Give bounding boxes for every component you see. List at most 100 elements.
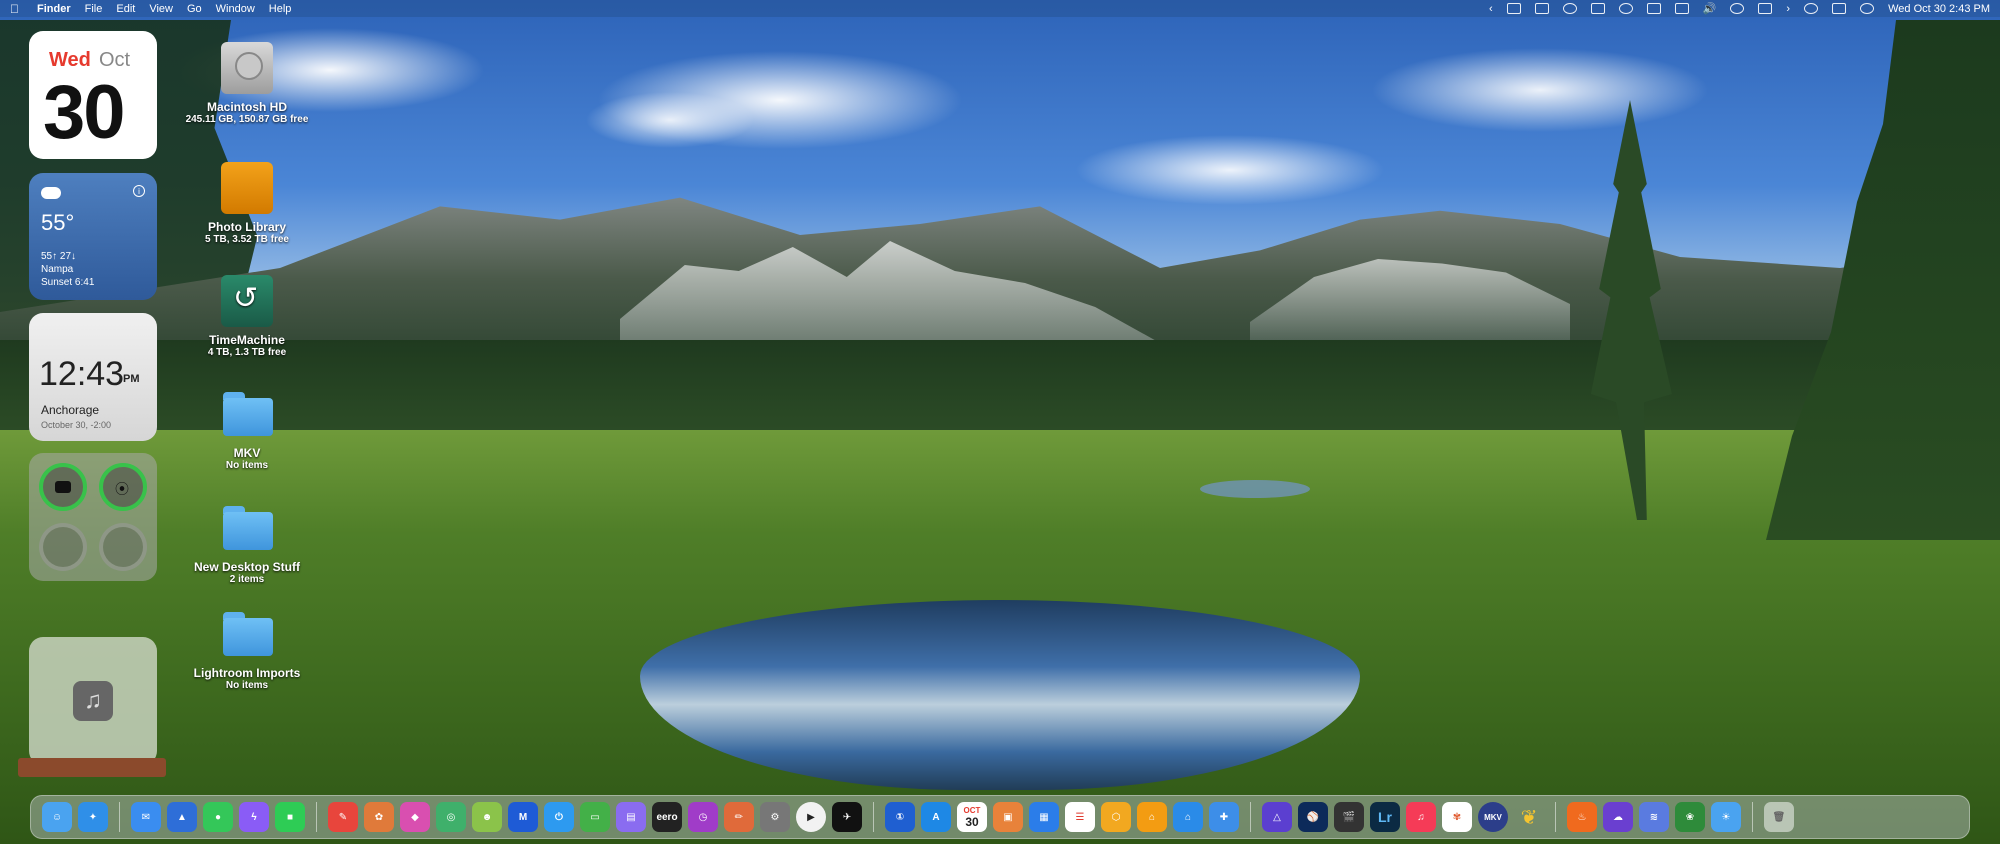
menu-extra-4-icon[interactable] [1590,3,1605,14]
dock: ☺ ✦ ✉ ▲ ● ϟ ■ ✎ ✿ ◆ ◎ ☻ M ⏻ ▭ ▤ eero ◷ ✏… [30,795,1970,839]
weather-hilo: 55↑ 27↓ [41,251,77,262]
dock-calendar-day: 30 [965,814,979,829]
dock-app-44[interactable]: ♨ [1567,802,1597,832]
dock-app-11[interactable]: ◷ [688,802,718,832]
desktop-icon-lightroom-imports[interactable]: Lightroom Imports No items [182,608,312,691]
dock-app-43[interactable]: ❦ [1514,802,1544,832]
dock-lightroom[interactable]: Lr [1370,802,1400,832]
dock-app-19[interactable]: ▣ [993,802,1023,832]
clock-time: 12:43 [39,355,125,393]
dock-1password[interactable]: ① [885,802,915,832]
moon-icon[interactable] [1562,3,1577,14]
dock-home[interactable]: ⌂ [1137,802,1167,832]
eero-label: eero [656,811,678,823]
dock-app-2[interactable]: ✿ [364,802,394,832]
info-icon[interactable]: i [133,185,145,197]
calendar-widget[interactable]: Wed Oct 30 [29,31,157,159]
dock-app-12[interactable]: ✏ [724,802,754,832]
dock-safari[interactable]: ✦ [78,802,108,832]
menu-app-finder[interactable]: Finder [37,3,71,15]
trash-icon: 🗑 [1772,811,1786,823]
dock-system-settings[interactable]: ⚙ [760,802,790,832]
dock-eero[interactable]: eero [652,802,682,832]
dock-app-14[interactable]: ▶ [796,802,826,832]
desktop-icon-label: MKV [233,446,261,460]
menu-extra-10-icon[interactable] [1758,3,1773,14]
menu-extra-7-icon[interactable] [1674,3,1689,14]
dock-final-cut[interactable]: 🎬 [1334,802,1364,832]
dock-affinity[interactable]: △ [1262,802,1292,832]
battery-ring-device [39,463,87,511]
headphones-icon[interactable] [1618,3,1633,14]
dock-mail[interactable]: ✉ [131,802,161,832]
menu-bar-clock[interactable]: Wed Oct 30 2:43 PM [1888,3,1990,15]
desktop-icon-timemachine[interactable]: TimeMachine 4 TB, 1.3 TB free [182,275,312,358]
weather-widget[interactable]: i 55° 55↑ 27↓ Nampa Sunset 6:41 [29,173,157,300]
siri-icon[interactable] [1860,3,1875,14]
dock-messenger[interactable]: ϟ [239,802,269,832]
menu-extra-1-icon[interactable] [1506,3,1521,14]
wallpaper-pond-small [1200,480,1310,498]
dock-app-47[interactable]: ❀ [1675,802,1705,832]
clock-icon[interactable] [1804,3,1819,14]
dock-app-46[interactable]: ≋ [1639,802,1669,832]
dock-mlb[interactable]: ⚾ [1298,802,1328,832]
device-icon [55,481,71,493]
world-clock-widget[interactable]: 12:43 PM Anchorage October 30, -2:00 [29,313,157,441]
dock-mkv[interactable]: MKV [1478,802,1508,832]
dock-app-store[interactable]: A [921,802,951,832]
dock-photos[interactable]: ✾ [1442,802,1472,832]
dock-app-22[interactable]: ⬡ [1101,802,1131,832]
dock-app-15[interactable]: ✈ [832,802,862,832]
dock-find-my[interactable]: ◎ [436,802,466,832]
dock-app-5[interactable]: ☻ [472,802,502,832]
desktop-icon-photo-library[interactable]: Photo Library 5 TB, 3.52 TB free [182,162,312,245]
gear-icon: ⚙ [770,811,780,823]
shield-icon[interactable] [1646,3,1661,14]
dock-testflight[interactable]: ▲ [167,802,197,832]
dock-app-8[interactable]: ▭ [580,802,610,832]
dock-weather[interactable]: ☀ [1711,802,1741,832]
dock-app-24[interactable]: ⌂ [1173,802,1203,832]
wifi-icon[interactable] [1730,3,1745,14]
menu-go[interactable]: Go [187,3,202,15]
hex-icon: ⬡ [1111,811,1121,823]
dock-reminders[interactable]: ☰ [1065,802,1095,832]
triangle-logo-icon: △ [1273,811,1281,823]
dock-app-9[interactable]: ▤ [616,802,646,832]
dock-maps[interactable]: ✚ [1209,802,1239,832]
dock-finder[interactable]: ☺ [42,802,72,832]
batteries-widget[interactable]: ⦿ [29,453,157,581]
dock-app-6[interactable]: M [508,802,538,832]
music-widget[interactable]: ♫ [29,637,157,765]
dock-messages[interactable]: ● [203,802,233,832]
chevron-right-icon[interactable]: › [1786,3,1790,15]
app-icon: ✎ [338,811,348,823]
desktop-icon-mkv[interactable]: MKV No items [182,388,312,471]
dock-app-7[interactable]: ⏻ [544,802,574,832]
chevron-left-icon[interactable]: ‹ [1489,3,1493,15]
menu-bar-left:  Finder File Edit View Go Window Help [10,2,305,16]
menu-file[interactable]: File [85,3,103,15]
dock-app-20[interactable]: ▦ [1029,802,1059,832]
menu-extra-2-icon[interactable] [1534,3,1549,14]
dock-calendar[interactable]: OCT 30 [957,802,987,832]
volume-icon[interactable]: 🔊 [1703,2,1717,15]
external-drive-icon [221,162,273,214]
menu-edit[interactable]: Edit [116,3,135,15]
menu-view[interactable]: View [149,3,173,15]
menu-help[interactable]: Help [269,3,292,15]
desktop-icon-label: TimeMachine [209,333,285,347]
menu-window[interactable]: Window [216,3,255,15]
desktop-icon-macintosh-hd[interactable]: Macintosh HD 245.11 GB, 150.87 GB free [182,42,312,125]
apple-menu-icon[interactable]:  [10,2,19,16]
dock-app-1[interactable]: ✎ [328,802,358,832]
dock-trash[interactable]: 🗑 [1764,802,1794,832]
dock-app-45[interactable]: ☁ [1603,802,1633,832]
dock-facetime[interactable]: ■ [275,802,305,832]
list-icon: ☰ [1075,811,1085,823]
control-center-icon[interactable] [1832,3,1847,14]
desktop-icon-new-desktop-stuff[interactable]: New Desktop Stuff 2 items [182,502,312,585]
dock-music[interactable]: ♫ [1406,802,1436,832]
dock-app-3[interactable]: ◆ [400,802,430,832]
